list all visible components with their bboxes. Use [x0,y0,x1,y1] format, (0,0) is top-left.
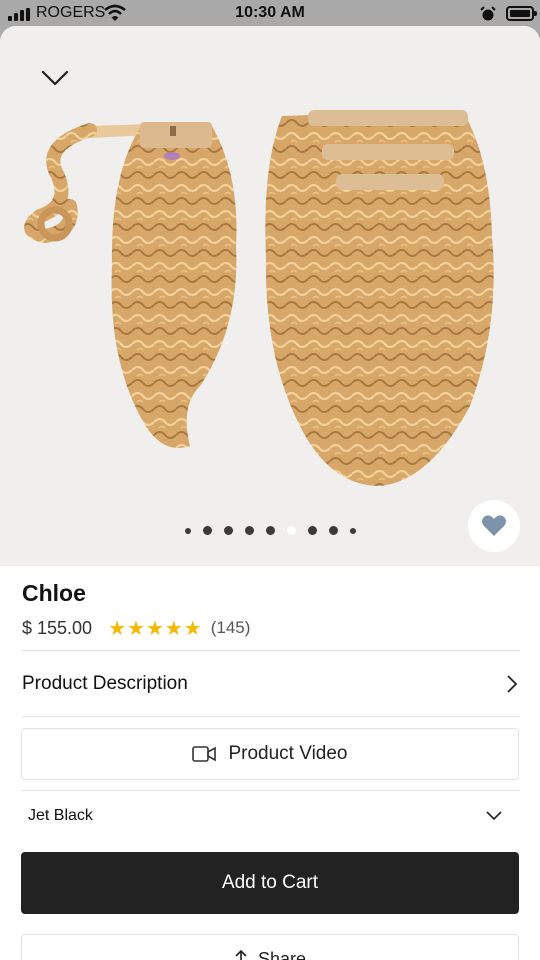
product-description-label: Product Description [22,673,188,694]
rating-stars[interactable]: ★★★★★ [108,616,203,641]
clock: 10:30 AM [235,4,305,21]
share-button[interactable]: Share [21,934,519,960]
divider [22,650,520,651]
share-label: Share [257,949,307,960]
divider [22,716,520,717]
gallery-dot[interactable] [286,526,296,535]
battery-icon [506,6,537,21]
product-video-button[interactable]: Product Video [21,728,519,780]
gallery-dot[interactable] [184,527,191,534]
gallery-dot[interactable] [223,526,233,535]
heart-icon [482,515,506,536]
alarm-icon [480,6,496,21]
share-icon [235,949,247,960]
video-camera-icon [192,746,217,762]
gallery-dot[interactable] [202,526,212,535]
product-image-gallery[interactable] [0,26,540,566]
status-bar: ROGERS 10:30 AM [0,0,540,28]
product-summary: Chloe $ 155.00 ★★★★★ (145) [22,580,520,641]
product-video-label: Product Video [228,743,348,764]
chevron-right-icon [507,675,518,693]
product-image [24,110,494,486]
favorite-button[interactable] [468,500,520,552]
gallery-dot[interactable] [265,526,275,535]
gallery-dot[interactable] [349,527,356,534]
gallery-pagination[interactable] [0,526,540,535]
add-to-cart-label: Add to Cart [221,872,319,893]
chevron-down-icon[interactable] [40,66,70,90]
add-to-cart-button[interactable]: Add to Cart [21,852,519,914]
product-title: Chloe [22,580,86,606]
product-price: $ 155.00 [22,617,93,638]
review-count[interactable]: (145) [211,618,251,638]
gallery-dot[interactable] [328,526,338,535]
color-select[interactable]: Jet Black [22,790,520,842]
product-sheet: Chloe $ 155.00 ★★★★★ (145) Product Descr… [0,26,540,960]
gallery-dot[interactable] [244,526,254,535]
chevron-down-icon [486,811,502,821]
gallery-dot[interactable] [307,526,317,535]
color-select-value: Jet Black [28,807,93,824]
product-description-row[interactable]: Product Description [22,652,520,716]
